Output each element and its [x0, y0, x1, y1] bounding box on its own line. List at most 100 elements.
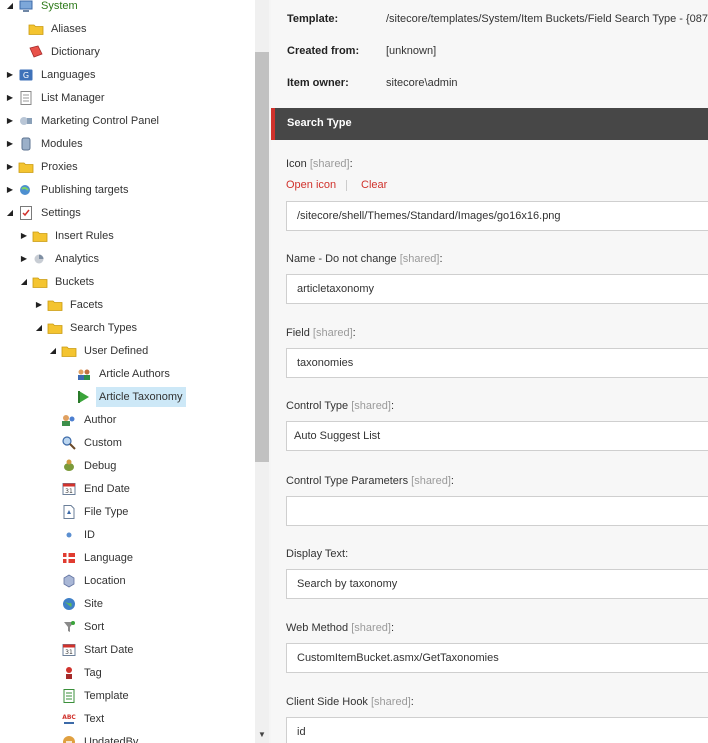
collapse-arrow-icon[interactable]: ◢ [47, 341, 59, 361]
icon-label-suffix: : [349, 158, 353, 170]
svg-text:31: 31 [65, 488, 73, 495]
expand-arrow-icon[interactable]: ▶ [4, 134, 16, 154]
display-text-input[interactable]: Search by taxonomy [286, 569, 708, 599]
control-type-input[interactable]: Auto Suggest List [286, 421, 708, 451]
web-method-input[interactable]: CustomItemBucket.asmx/GetTaxonomies [286, 643, 708, 673]
field-label-suffix: : [390, 400, 395, 412]
tree-item-debug[interactable]: Debug [47, 456, 119, 476]
tree-item-label: Dictionary [51, 46, 100, 58]
tree-item-article-authors[interactable]: Article Authors [62, 364, 173, 384]
tree-item-label: UpdatedBy [84, 736, 139, 743]
tree-item-template[interactable]: Template [47, 686, 132, 706]
field-label-suffix: : [450, 475, 454, 487]
field-input[interactable]: taxonomies [286, 348, 708, 378]
tree-item-updatedby[interactable]: UpdatedBy [47, 732, 141, 743]
field-label-suffix: : [439, 253, 443, 265]
shared-tag: [shared] [371, 696, 411, 708]
tree-item-label: List Manager [41, 92, 105, 104]
dot-icon [61, 527, 77, 543]
field-label-text: Display Text: [286, 548, 349, 560]
icon-field-label: Icon [shared]: [286, 158, 353, 170]
svg-text:ABC: ABC [62, 714, 76, 721]
tree-item-facets[interactable]: ▶ Facets [33, 295, 106, 315]
expand-arrow-icon[interactable]: ▶ [4, 65, 16, 85]
tree-item-author[interactable]: Author [47, 410, 119, 430]
collapse-arrow-icon[interactable]: ◢ [4, 203, 16, 223]
tree-item-label: End Date [84, 483, 130, 495]
tree-item-system[interactable]: ◢ System [4, 0, 81, 16]
tree-item-dictionary[interactable]: Dictionary [14, 42, 103, 62]
flag-icon [61, 550, 77, 566]
tree-item-id[interactable]: ID [47, 525, 98, 545]
expand-arrow-icon[interactable]: ▶ [18, 226, 30, 246]
tree-item-settings[interactable]: ◢ Settings [4, 203, 84, 223]
dictionary-icon [28, 44, 44, 60]
scroll-down-arrow-icon[interactable]: ▼ [258, 730, 266, 739]
collapse-arrow-icon[interactable]: ◢ [18, 272, 30, 292]
tree-item-languages[interactable]: ▶ G Languages [4, 65, 98, 85]
tree-item-user-defined[interactable]: ◢ User Defined [47, 341, 151, 361]
control-type-parameters-label: Control Type Parameters [shared]: [286, 475, 454, 487]
author-icon [61, 412, 77, 428]
tree-item-publishing-targets[interactable]: ▶ Publishing targets [4, 180, 131, 200]
clear-icon-link[interactable]: Clear [361, 179, 387, 191]
tree-item-label: Publishing targets [41, 184, 129, 196]
tree-item-start-date[interactable]: 31 Start Date [47, 640, 137, 660]
tree-item-sort[interactable]: Sort [47, 617, 107, 637]
field-label-text: Name - Do not change [286, 253, 397, 265]
tree-item-file-type[interactable]: File Type [47, 502, 131, 522]
client-side-hook-input[interactable]: id [286, 717, 708, 743]
tree-item-article-taxonomy[interactable]: Article Taxonomy [62, 387, 186, 407]
tree-item-label: Analytics [55, 253, 100, 265]
collapse-arrow-icon[interactable]: ◢ [4, 0, 16, 16]
tree-item-custom[interactable]: Custom [47, 433, 125, 453]
tree-item-tag[interactable]: Tag [47, 663, 105, 683]
collapse-arrow-icon[interactable]: ◢ [33, 318, 45, 338]
name-do-not-change-input[interactable]: articletaxonomy [286, 274, 708, 304]
tree-item-marketing-control-panel[interactable]: ▶ Marketing Control Panel [4, 111, 162, 131]
tree-item-label: Languages [41, 69, 96, 81]
tree-item-search-types[interactable]: ◢ Search Types [33, 318, 140, 338]
list-manager-icon [18, 90, 34, 106]
tree-item-language[interactable]: Language [47, 548, 136, 568]
tree-item-insert-rules[interactable]: ▶ Insert Rules [18, 226, 117, 246]
tree-item-buckets[interactable]: ◢ Buckets [18, 272, 97, 292]
field-label-text: Control Type [286, 400, 349, 412]
tree-item-modules[interactable]: ▶ Modules [4, 134, 86, 154]
tree-item-label: File Type [84, 506, 129, 518]
tree-item-label: Start Date [84, 644, 134, 656]
expand-arrow-icon[interactable]: ▶ [4, 111, 16, 131]
tree-scrollbar-thumb[interactable] [255, 52, 269, 462]
icon-path-input[interactable]: /sitecore/shell/Themes/Standard/Images/g… [286, 201, 708, 231]
expand-arrow-icon[interactable]: ▶ [33, 295, 45, 315]
open-icon-link[interactable]: Open icon [286, 179, 336, 191]
text-icon: ABC [61, 711, 77, 727]
field-label: Field [shared]: [286, 327, 356, 339]
meta-created-value: [unknown] [386, 45, 437, 57]
expand-arrow-icon[interactable]: ▶ [4, 157, 16, 177]
item-editor: Template: /sitecore/templates/System/Ite… [271, 0, 708, 743]
meta-created-key: Created from: [287, 45, 360, 57]
section-header-search-type[interactable]: Search Type [271, 108, 708, 140]
settings-icon [18, 205, 34, 221]
tree-item-list-manager[interactable]: ▶ List Manager [4, 88, 108, 108]
tree-item-end-date[interactable]: 31 End Date [47, 479, 133, 499]
tree-scrollbar[interactable]: ▼ [255, 0, 269, 743]
display-text-label: Display Text: [286, 548, 348, 560]
expand-arrow-icon[interactable]: ▶ [18, 249, 30, 269]
tree-item-text[interactable]: ABC Text [47, 709, 107, 729]
expand-arrow-icon[interactable]: ▶ [4, 180, 16, 200]
tree-item-location[interactable]: Location [47, 571, 129, 591]
expand-arrow-icon[interactable]: ▶ [4, 88, 16, 108]
tree-item-analytics[interactable]: ▶ Analytics [18, 249, 102, 269]
folder-icon [32, 274, 48, 290]
tree-item-label: Sort [84, 621, 105, 633]
tree-item-aliases[interactable]: Aliases [14, 19, 89, 39]
tree-item-site[interactable]: Site [47, 594, 106, 614]
control-type-parameters-input[interactable] [286, 496, 708, 526]
tree-item-proxies[interactable]: ▶ Proxies [4, 157, 81, 177]
